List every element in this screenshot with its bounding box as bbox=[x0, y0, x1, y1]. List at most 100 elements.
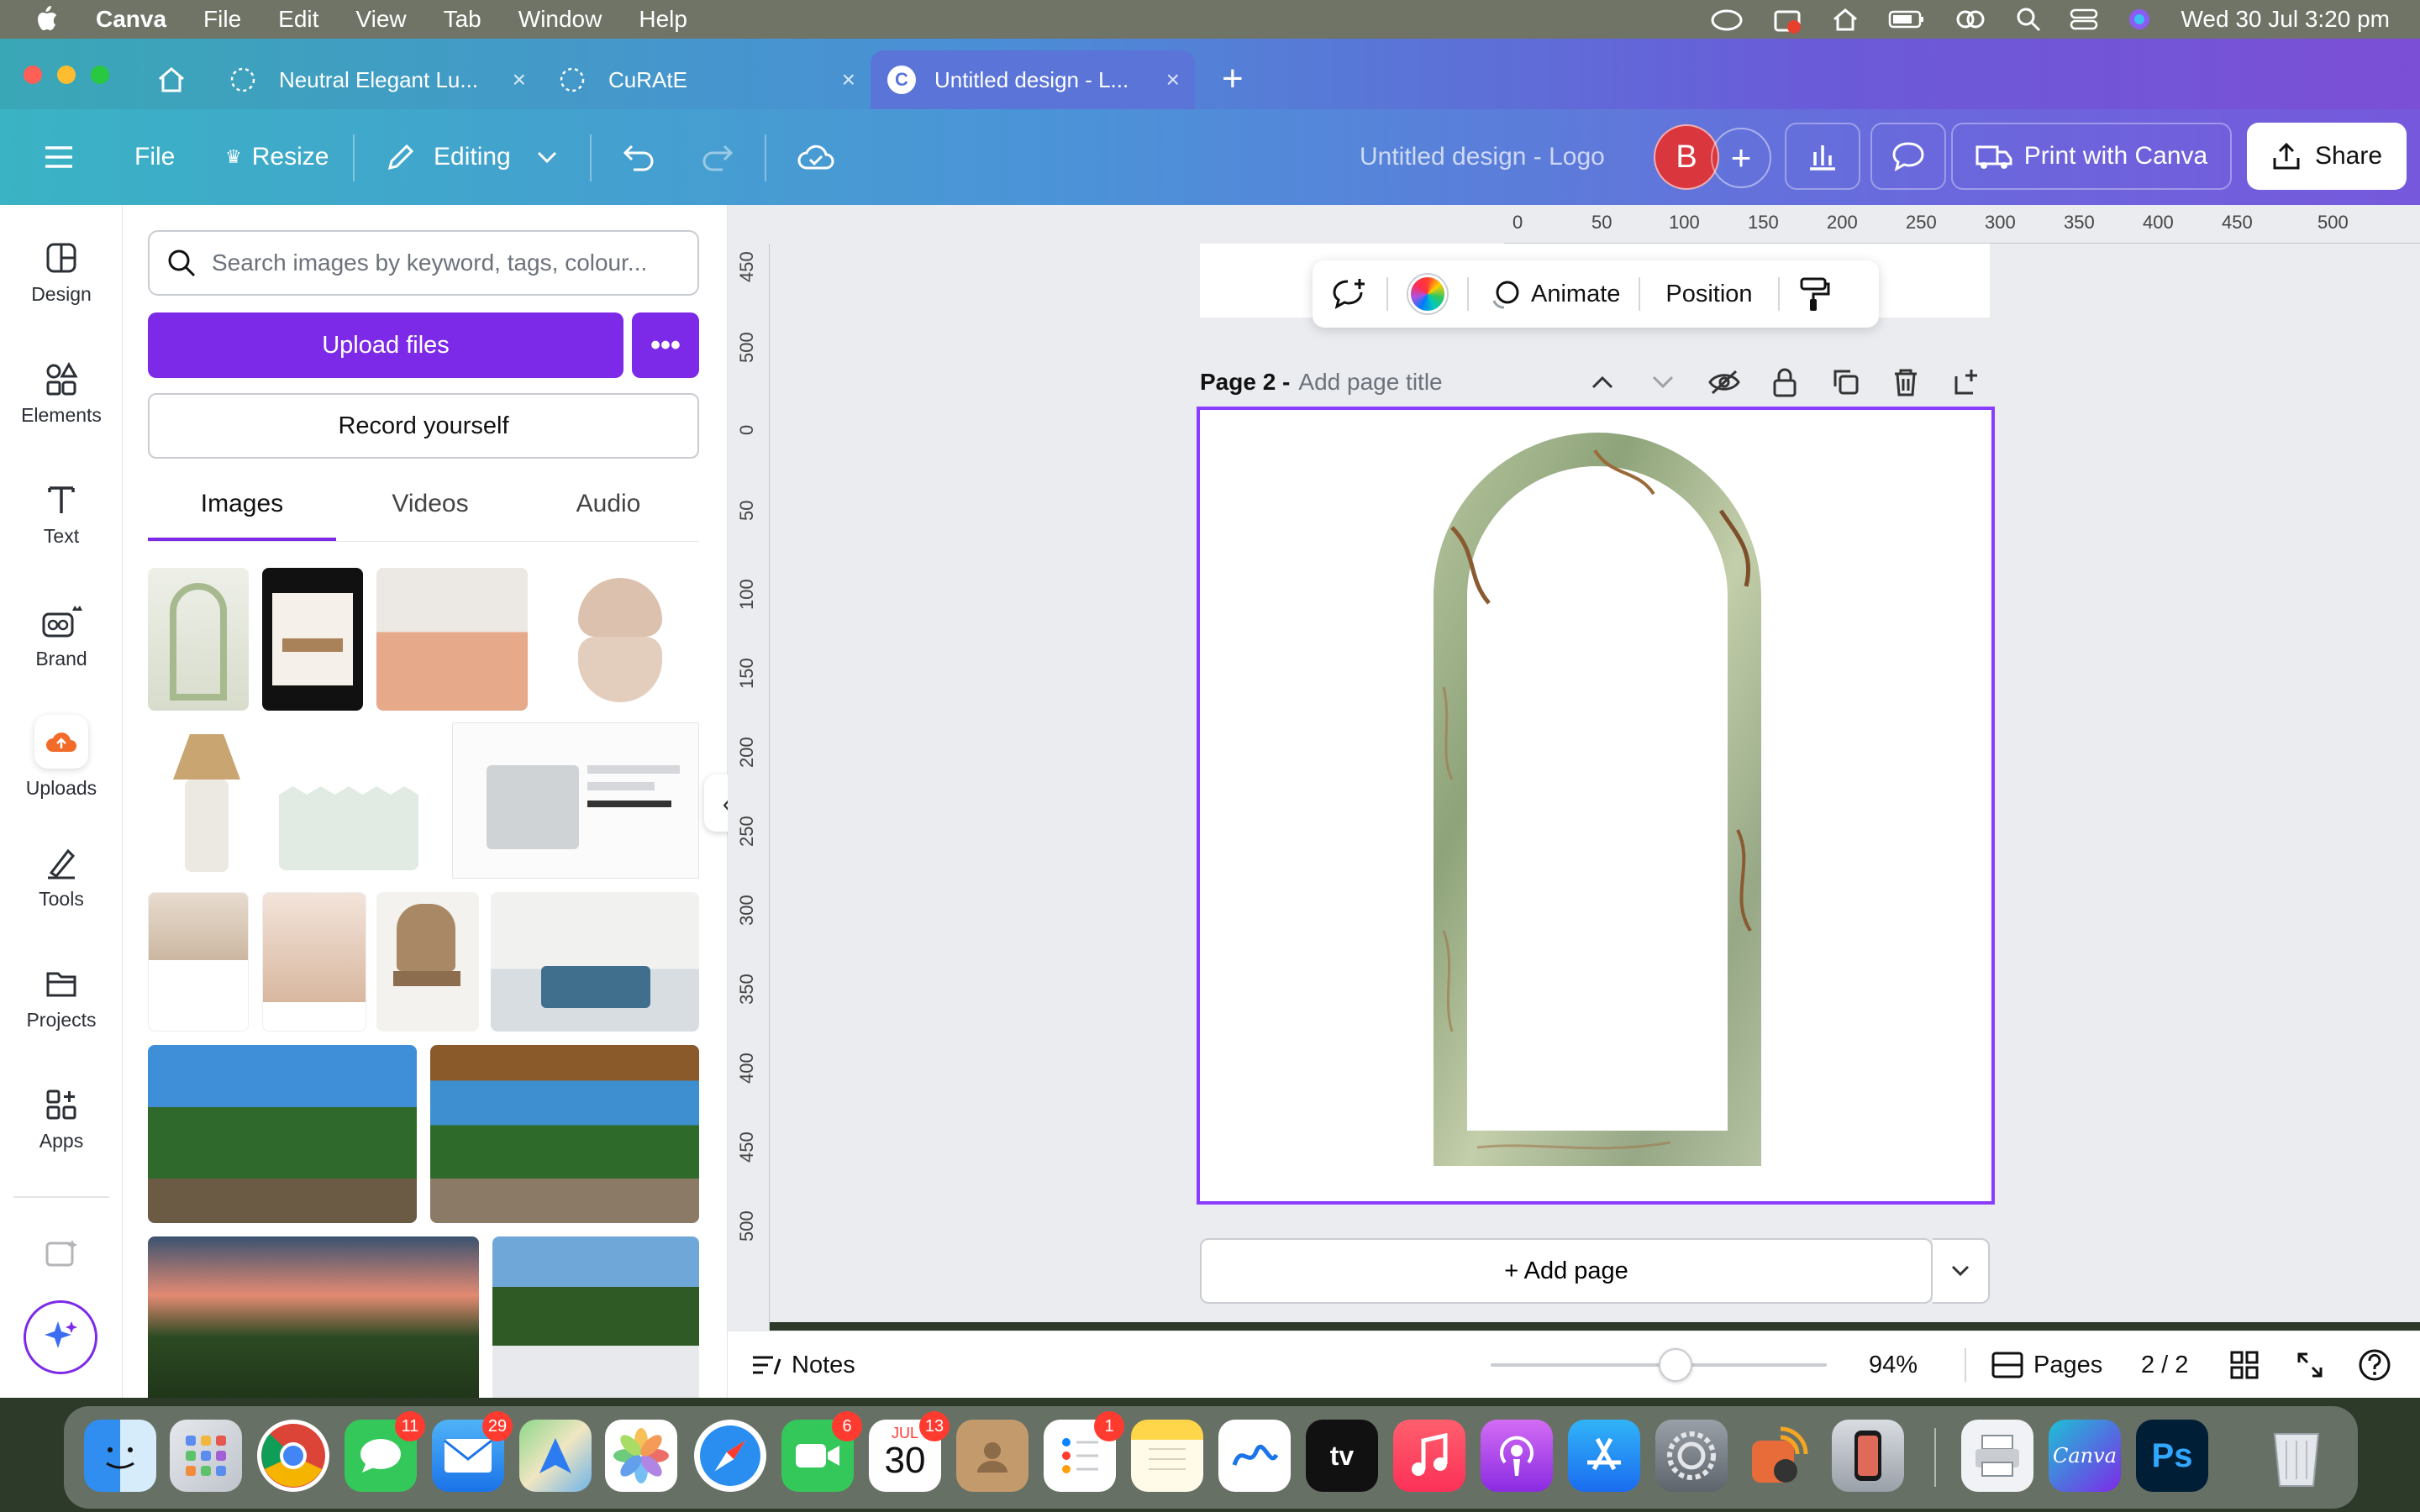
upload-thumbnail[interactable] bbox=[376, 892, 479, 1032]
menu-app-name[interactable]: Canva bbox=[77, 6, 185, 33]
upload-thumbnail[interactable] bbox=[262, 568, 363, 711]
page-2-canvas[interactable] bbox=[1197, 407, 1995, 1205]
contacts-icon[interactable] bbox=[956, 1420, 1028, 1492]
rail-apps[interactable]: Apps bbox=[0, 1065, 123, 1174]
notes-button[interactable]: Notes bbox=[751, 1331, 855, 1399]
app-store-icon[interactable] bbox=[1568, 1420, 1640, 1492]
menu-tab[interactable]: Tab bbox=[425, 6, 500, 33]
upload-thumbnail[interactable] bbox=[148, 1236, 479, 1398]
maps-icon[interactable] bbox=[519, 1420, 592, 1492]
podcasts-icon[interactable] bbox=[1481, 1420, 1553, 1492]
rail-text[interactable]: Text bbox=[0, 460, 123, 570]
reminders-icon[interactable]: 1 bbox=[1044, 1411, 1124, 1492]
freeform-icon[interactable] bbox=[1218, 1420, 1291, 1492]
record-yourself-button[interactable]: Record yourself bbox=[148, 393, 699, 459]
system-settings-icon[interactable] bbox=[1655, 1420, 1728, 1492]
rail-tools[interactable]: Tools bbox=[0, 823, 123, 932]
upload-thumbnail[interactable] bbox=[148, 727, 266, 879]
menu-clock[interactable]: Wed 30 Jul 3:20 pm bbox=[2181, 6, 2390, 33]
menu-window[interactable]: Window bbox=[500, 6, 621, 33]
spotlight-search-icon[interactable] bbox=[2016, 7, 2041, 32]
window-close-button[interactable] bbox=[24, 66, 42, 84]
browser-tab[interactable]: Neutral Elegant Lu... × bbox=[222, 50, 541, 109]
creative-cloud-icon[interactable] bbox=[1710, 7, 1744, 32]
page-title-input[interactable]: Add page title bbox=[1298, 369, 1442, 396]
trash-icon[interactable] bbox=[2260, 1420, 2333, 1492]
music-icon[interactable] bbox=[1393, 1420, 1465, 1492]
upload-thumbnail[interactable] bbox=[430, 1045, 699, 1223]
zoom-slider-thumb[interactable] bbox=[1659, 1348, 1692, 1382]
move-page-up-icon[interactable] bbox=[1590, 374, 1615, 391]
copy-style-icon[interactable] bbox=[1798, 276, 1830, 312]
rail-uploads[interactable]: Uploads bbox=[0, 702, 123, 811]
move-page-down-icon[interactable] bbox=[1650, 374, 1676, 391]
siri-icon[interactable] bbox=[2127, 7, 2152, 32]
close-tab-icon[interactable]: × bbox=[513, 66, 526, 93]
more-upload-options-button[interactable]: ••• bbox=[632, 312, 699, 378]
share-button[interactable]: Share bbox=[2247, 123, 2407, 190]
photos-icon[interactable] bbox=[605, 1420, 677, 1492]
editing-mode-dropdown[interactable]: Editing bbox=[385, 109, 558, 205]
lock-page-icon[interactable] bbox=[1771, 367, 1798, 397]
upload-thumbnail[interactable] bbox=[491, 892, 699, 1032]
messages-icon[interactable]: 11 bbox=[345, 1411, 425, 1492]
apple-icon[interactable] bbox=[0, 5, 77, 34]
menu-view[interactable]: View bbox=[337, 6, 424, 33]
upload-thumbnail[interactable] bbox=[148, 892, 249, 1032]
new-tab-button[interactable]: + bbox=[1222, 60, 1244, 97]
redo-button[interactable] bbox=[701, 109, 734, 205]
upload-thumbnail[interactable] bbox=[148, 1045, 417, 1223]
browser-home-icon[interactable] bbox=[155, 64, 188, 96]
close-tab-icon[interactable]: × bbox=[1166, 66, 1180, 93]
color-picker-icon[interactable] bbox=[1408, 275, 1447, 313]
file-menu-button[interactable]: File bbox=[134, 109, 175, 205]
hide-page-icon[interactable] bbox=[1707, 370, 1741, 395]
feed-reader-icon[interactable] bbox=[1743, 1420, 1815, 1492]
print-with-canva-button[interactable]: Print with Canva bbox=[1951, 123, 2232, 190]
menu-file[interactable]: File bbox=[185, 6, 260, 33]
browser-tab[interactable]: CuRAtE × bbox=[551, 50, 871, 109]
menu-help[interactable]: Help bbox=[620, 6, 706, 33]
adobe-updates-icon[interactable] bbox=[1772, 5, 1802, 34]
tab-videos[interactable]: Videos bbox=[336, 475, 524, 533]
fullscreen-button[interactable] bbox=[2296, 1331, 2324, 1399]
upload-thumbnail[interactable] bbox=[262, 892, 366, 1032]
position-button[interactable]: Position bbox=[1665, 281, 1752, 308]
menu-edit[interactable]: Edit bbox=[260, 6, 337, 33]
tab-images[interactable]: Images bbox=[148, 475, 336, 533]
canva-app-icon[interactable]: Canva bbox=[2049, 1420, 2121, 1492]
animate-button[interactable]: Animate bbox=[1487, 277, 1620, 311]
calendar-icon[interactable]: JUL 30 13 bbox=[869, 1411, 950, 1492]
upload-thumbnail[interactable] bbox=[376, 568, 528, 711]
upload-files-button[interactable]: Upload files bbox=[148, 312, 623, 378]
delete-page-icon[interactable] bbox=[1892, 367, 1919, 397]
upload-thumbnail[interactable] bbox=[452, 722, 699, 879]
save-status-button[interactable] bbox=[797, 109, 835, 205]
insights-button[interactable] bbox=[1785, 123, 1860, 190]
upload-thumbnail[interactable] bbox=[279, 786, 418, 870]
launchpad-icon[interactable] bbox=[170, 1420, 242, 1492]
iphone-mirroring-icon[interactable] bbox=[1832, 1420, 1904, 1492]
window-minimize-button[interactable] bbox=[57, 66, 76, 84]
main-menu-button[interactable] bbox=[44, 109, 74, 205]
upload-thumbnail[interactable] bbox=[541, 568, 699, 711]
rail-projects[interactable]: Projects bbox=[0, 944, 123, 1053]
design-title[interactable]: Untitled design - Logo bbox=[1360, 109, 1605, 205]
photoshop-icon[interactable]: Ps bbox=[2136, 1420, 2208, 1492]
green-onyx-arch-frame[interactable] bbox=[1200, 410, 1991, 1201]
undo-button[interactable] bbox=[622, 109, 655, 205]
tab-audio[interactable]: Audio bbox=[514, 475, 702, 533]
safari-icon[interactable] bbox=[694, 1420, 766, 1492]
rail-design[interactable]: Design bbox=[0, 218, 123, 328]
invite-button[interactable]: + bbox=[1711, 128, 1771, 188]
notes-app-icon[interactable] bbox=[1131, 1420, 1203, 1492]
rail-brand[interactable]: Brand bbox=[0, 581, 123, 690]
add-page-icon[interactable] bbox=[1953, 368, 1981, 396]
grid-view-button[interactable] bbox=[2230, 1331, 2259, 1399]
magic-media-icon[interactable] bbox=[45, 1238, 77, 1267]
home-icon[interactable] bbox=[1831, 7, 1860, 32]
duplicate-page-icon[interactable] bbox=[1832, 368, 1860, 396]
upload-thumbnail[interactable] bbox=[148, 568, 249, 711]
avatar[interactable]: B bbox=[1654, 124, 1719, 190]
add-page-button[interactable]: + Add page bbox=[1200, 1238, 1933, 1304]
